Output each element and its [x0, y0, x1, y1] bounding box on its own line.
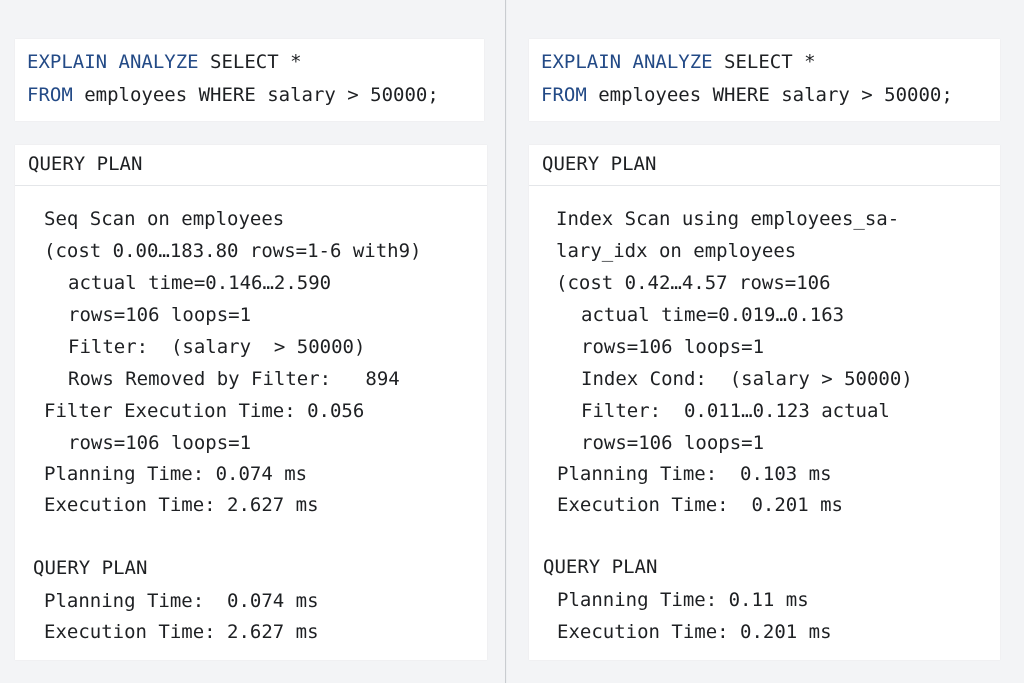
- sql-text: employees WHERE salary > 50000;: [586, 84, 953, 106]
- plan-line: lary_idx on employees: [556, 240, 797, 262]
- summary-plan-title: QUERY PLAN: [543, 556, 658, 578]
- summary-line: Planning Time: 0.074 ms: [44, 590, 319, 612]
- sql-text: SELECT *: [712, 51, 816, 73]
- plan-line: Planning Time: 0.103 ms: [557, 463, 832, 485]
- summary-line: Execution Time: 0.201 ms: [557, 621, 832, 643]
- plan-line: actual time=0.146…2.590: [68, 272, 332, 294]
- sql-query-card: EXPLAIN ANALYZE SELECT * FROM employees …: [15, 39, 484, 121]
- summary-line: Planning Time: 0.11 ms: [557, 589, 809, 611]
- sql-line-2: FROM employees WHERE salary > 50000;: [541, 85, 953, 105]
- summary-plan-title: QUERY PLAN: [33, 557, 148, 579]
- query-plan-header: QUERY PLAN: [15, 145, 487, 186]
- plan-line: Seq Scan on employees: [44, 208, 285, 230]
- query-plan-title: QUERY PLAN: [542, 153, 657, 175]
- plan-line: Filter: (salary > 50000): [68, 336, 366, 358]
- sql-text: SELECT *: [198, 51, 302, 73]
- plan-line: Index Cond: (salary > 50000): [581, 368, 913, 390]
- query-plan-card: QUERY PLAN Index Scan using employees_sa…: [529, 145, 1000, 660]
- sql-keyword: EXPLAIN ANALYZE: [541, 51, 713, 73]
- sql-line-1: EXPLAIN ANALYZE SELECT *: [541, 52, 816, 72]
- plan-line: rows=106 loops=1: [581, 336, 765, 358]
- plan-line: (cost 0.42…4.57 rows=106: [556, 272, 831, 294]
- plan-line: Planning Time: 0.074 ms: [44, 463, 308, 485]
- plan-line: rows=106 loops=1: [68, 432, 252, 454]
- sql-line-2: FROM employees WHERE salary > 50000;: [27, 85, 439, 105]
- query-plan-title: QUERY PLAN: [28, 153, 143, 175]
- sql-query-card: EXPLAIN ANALYZE SELECT * FROM employees …: [529, 39, 1000, 121]
- summary-line: Execution Time: 2.627 ms: [44, 621, 319, 643]
- plan-line: Rows Removed by Filter: 894: [68, 368, 400, 390]
- sql-keyword: FROM: [27, 84, 73, 106]
- plan-line: Execution Time: 0.201 ms: [557, 494, 843, 516]
- plan-line: Execution Time: 2.627 ms: [44, 494, 319, 516]
- plan-line: (cost 0.00…183.80 rows=1-6 with9): [44, 240, 422, 262]
- query-plan-card: QUERY PLAN Seq Scan on employees (cost 0…: [15, 145, 487, 660]
- sql-keyword: EXPLAIN ANALYZE: [27, 51, 199, 73]
- left-panel: EXPLAIN ANALYZE SELECT * FROM employees …: [0, 0, 506, 683]
- plan-line: Index Scan using employees_sa-: [556, 208, 900, 230]
- sql-text: employees WHERE salary > 50000;: [72, 84, 439, 106]
- sql-keyword: FROM: [541, 84, 587, 106]
- plan-line: Filter: 0.011…0.123 actual: [581, 400, 890, 422]
- sql-line-1: EXPLAIN ANALYZE SELECT *: [27, 52, 302, 72]
- plan-line: Filter Execution Time: 0.056: [44, 400, 365, 422]
- plan-line: rows=106 loops=1: [581, 432, 765, 454]
- plan-line: actual time=0.019…0.163: [581, 304, 845, 326]
- plan-line: rows=106 loops=1: [68, 304, 252, 326]
- right-panel: EXPLAIN ANALYZE SELECT * FROM employees …: [507, 0, 1024, 683]
- query-plan-header: QUERY PLAN: [529, 145, 1000, 186]
